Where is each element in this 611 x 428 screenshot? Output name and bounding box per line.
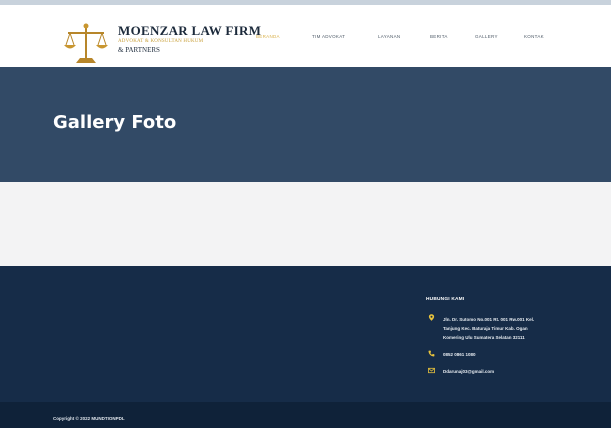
nav-item-tim-advokat[interactable]: TIM ADVOKAT [312,34,345,39]
nav-item-kontak[interactable]: KONTAK [524,34,544,39]
address-line-3: Komering Ulu Sumatera Selatan 32111 [443,335,525,340]
phone-icon [428,350,435,357]
site-header: MOENZAR LAW FIRM ADVOKAT & KONSULTAN HUK… [0,5,611,67]
address-line-1: Jln. Dr. Sutomo No.001 Rt. 001 Rw.001 Ke… [443,317,535,322]
nav-item-layanan[interactable]: LAYANAN [378,34,400,39]
page-title: Gallery Foto [53,112,177,133]
firm-subtitle: ADVOKAT & KONSULTAN HUKUM [118,39,204,44]
firm-name[interactable]: MOENZAR LAW FIRM [118,23,261,39]
contact-heading: HUBUNGI KAMI [426,297,465,302]
nav-item-gallery[interactable]: GALLERY [475,34,498,39]
address-line-2: Tanjung Kec. Baturaja Timur Kab. Ogan [443,326,528,331]
envelope-icon [428,367,435,374]
nav-item-berita[interactable]: BERITA [430,34,448,39]
scales-of-justice-icon[interactable] [62,21,110,67]
phone-number[interactable]: 0852 0861 1080 [443,350,476,359]
email-address[interactable]: Ddarunaj03@gmail.com [443,367,494,376]
copyright-bar [0,402,611,428]
nav-item-beranda[interactable]: BERANDA [256,34,280,39]
gallery-content-area [0,182,611,266]
map-pin-icon [428,314,435,321]
copyright-text: Copyright © 2022 MUNDTIONPDL [53,416,125,421]
firm-partners: & PARTNERS [118,46,160,54]
